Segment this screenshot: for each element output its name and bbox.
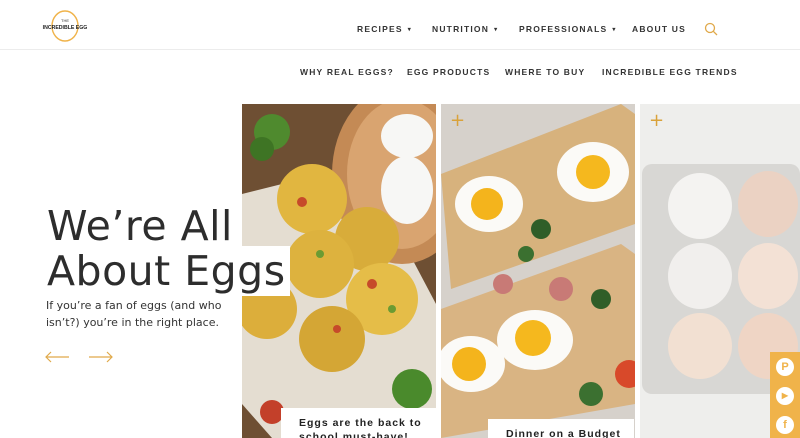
youtube-icon[interactable]: ▶ — [776, 387, 794, 405]
nav-about-us[interactable]: ABOUT US — [632, 24, 686, 34]
arrow-right-icon[interactable] — [88, 350, 114, 364]
social-rail: P ▶ f — [770, 352, 800, 438]
subnav-egg-products[interactable]: EGG PRODUCTS — [407, 67, 490, 77]
chevron-down-icon: ▾ — [494, 27, 499, 33]
hero-title-line-1: We’re All — [45, 201, 237, 251]
main-nav: RECIPES ▾ NUTRITION ▾ PROFESSIONALS ▾ ABOUT… — [0, 0, 800, 50]
plus-decoration-icon: + — [450, 110, 466, 131]
subnav-where-to-buy[interactable]: WHERE TO BUY — [505, 67, 585, 77]
hero-subtitle: If you’re a fan of eggs (and who isn’t?)… — [46, 299, 222, 329]
subnav-incredible-egg-trends[interactable]: INCREDIBLE EGG TRENDS — [602, 67, 738, 77]
arrow-left-icon[interactable] — [44, 350, 70, 364]
nav-nutrition-label: NUTRITION — [432, 24, 490, 34]
chevron-down-icon: ▾ — [612, 27, 617, 33]
carousel-caption-back-to-school[interactable]: Eggs are the back to school must-have! — [281, 408, 441, 438]
nav-recipes[interactable]: RECIPES ▾ — [357, 24, 412, 34]
site-header: THE INCREDIBLE EGG RECIPES ▾ NUTRITION ▾ P… — [0, 0, 800, 50]
carousel-caption-dinner-on-budget[interactable]: Dinner on a Budget — [488, 419, 634, 438]
nav-professionals-label: PROFESSIONALS — [519, 24, 608, 34]
facebook-icon[interactable]: f — [776, 416, 794, 434]
nav-about-us-label: ABOUT US — [632, 24, 686, 34]
nav-recipes-label: RECIPES — [357, 24, 403, 34]
chevron-down-icon: ▾ — [407, 27, 412, 33]
subnav-why-real-eggs[interactable]: WHY REAL EGGS? — [300, 67, 394, 77]
nav-professionals[interactable]: PROFESSIONALS ▾ — [519, 24, 617, 34]
nav-nutrition[interactable]: NUTRITION ▾ — [432, 24, 498, 34]
plus-decoration-icon: + — [649, 110, 665, 131]
pinterest-icon[interactable]: P — [776, 358, 794, 376]
search-icon[interactable] — [704, 22, 718, 36]
carousel-image-egg-flatbread[interactable] — [441, 104, 635, 438]
hero-title-line-2: About Eggs — [45, 246, 290, 296]
